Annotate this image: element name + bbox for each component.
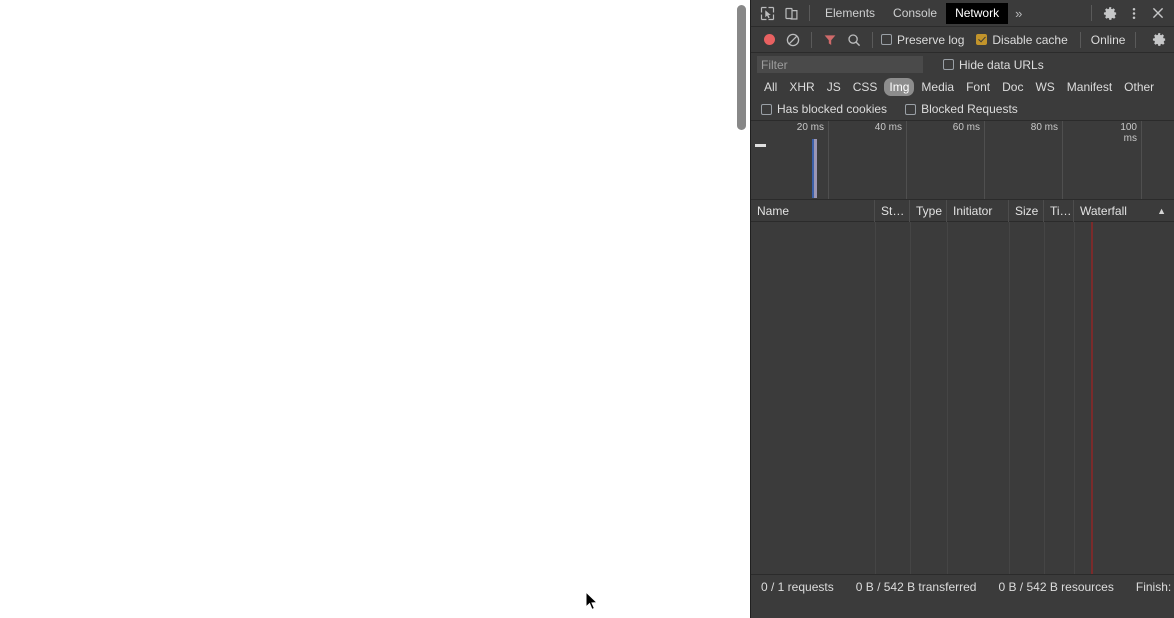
waterfall-dcl-marker <box>1091 222 1093 574</box>
column-header-waterfall-label: Waterfall <box>1080 203 1127 218</box>
column-header-size[interactable]: Size <box>1009 199 1044 222</box>
type-filter-manifest[interactable]: Manifest <box>1062 78 1117 96</box>
toolbar-divider-1 <box>811 31 812 48</box>
request-list-column-divider <box>1074 222 1075 574</box>
record-circle-icon <box>763 34 775 45</box>
status-resources: 0 B / 542 B resources <box>998 580 1114 594</box>
preserve-log-checkbox[interactable]: Preserve log <box>879 33 966 47</box>
column-header-time[interactable]: Ti… <box>1044 199 1074 222</box>
type-filter-doc[interactable]: Doc <box>997 78 1028 96</box>
tab-elements[interactable]: Elements <box>816 3 884 24</box>
type-filter-media[interactable]: Media <box>916 78 959 96</box>
preserve-log-label: Preserve log <box>897 32 965 47</box>
filter-input[interactable] <box>757 56 923 73</box>
inspect-cursor-icon[interactable] <box>755 2 779 24</box>
gear-icon[interactable] <box>1098 2 1122 24</box>
status-requests: 0 / 1 requests <box>761 580 834 594</box>
overview-tick-labels: 20 ms 40 ms 60 ms 80 ms 100 ms <box>751 121 1174 144</box>
column-header-type[interactable]: Type <box>910 199 947 222</box>
page-scrollbar-thumb[interactable] <box>737 5 746 130</box>
blocked-requests-checkbox[interactable]: Blocked Requests <box>903 102 1020 116</box>
request-list-column-divider <box>1044 222 1045 574</box>
network-toolbar: Preserve log Disable cache Online <box>751 27 1174 53</box>
toolbar-divider-4 <box>1135 31 1137 48</box>
request-list-column-divider <box>875 222 876 574</box>
throttling-select[interactable]: Online <box>1087 33 1130 47</box>
tabbar-right-divider <box>1091 5 1092 21</box>
disable-cache-checkbox[interactable]: Disable cache <box>974 33 1069 47</box>
column-header-status[interactable]: St… <box>875 199 910 222</box>
network-settings-gear-icon[interactable] <box>1147 29 1171 51</box>
type-filter-all[interactable]: All <box>759 78 782 96</box>
tab-network[interactable]: Network <box>946 2 1009 24</box>
record-button[interactable] <box>757 29 781 51</box>
web-page-viewport[interactable] <box>0 0 750 618</box>
network-status-bar: 0 / 1 requests 0 B / 542 B transferred 0… <box>751 574 1174 599</box>
search-icon[interactable] <box>842 29 866 51</box>
has-blocked-cookies-box <box>761 103 772 115</box>
blocked-filters-row: Has blocked cookies Blocked Requests <box>751 98 1174 121</box>
sort-ascending-icon: ▲ <box>1157 205 1166 216</box>
preserve-log-box <box>881 34 892 45</box>
toolbar-divider-3 <box>1079 31 1081 48</box>
overview-tick-label: 20 ms <box>796 122 824 133</box>
hide-data-urls-label: Hide data URLs <box>959 57 1044 72</box>
device-toolbar-icon[interactable] <box>779 2 803 24</box>
page-scrollbar[interactable] <box>737 0 748 618</box>
status-finish: Finish: 3 <box>1135 580 1174 594</box>
disable-cache-label: Disable cache <box>992 32 1068 47</box>
overview-tick-label: 60 ms <box>952 122 980 133</box>
filter-button[interactable] <box>818 29 842 51</box>
overview-tick-label: 80 ms <box>1030 122 1058 133</box>
request-list-column-divider <box>1009 222 1010 574</box>
request-table-header: Name St… Type Initiator Size Ti… Waterfa… <box>751 199 1174 222</box>
more-tabs-chevron-icon[interactable]: » <box>1008 6 1029 21</box>
timeline-selection-handle[interactable] <box>755 144 766 147</box>
request-list-column-divider <box>910 222 911 574</box>
column-header-name[interactable]: Name <box>751 199 875 222</box>
blocked-requests-label: Blocked Requests <box>921 102 1018 116</box>
type-filter-img[interactable]: Img <box>884 78 915 96</box>
overview-event-marker-lavender <box>814 139 817 198</box>
resource-type-filters: All XHR JS CSS Img Media Font Doc WS Man… <box>751 76 1174 98</box>
disable-cache-box <box>976 34 988 45</box>
hide-data-urls-checkbox[interactable]: Hide data URLs <box>941 58 1046 72</box>
hide-data-urls-box <box>943 59 954 70</box>
status-transferred: 0 B / 542 B transferred <box>855 580 977 594</box>
request-list-column-divider <box>947 222 948 574</box>
toolbar-divider-2 <box>872 31 873 48</box>
close-icon[interactable] <box>1146 2 1170 24</box>
devtools-panel: Elements Console Network » Preserve log … <box>750 0 1174 618</box>
type-filter-css[interactable]: CSS <box>848 78 883 96</box>
column-header-waterfall[interactable]: Waterfall ▲ <box>1074 200 1174 222</box>
clear-button[interactable] <box>781 29 805 51</box>
has-blocked-cookies-label: Has blocked cookies <box>777 102 888 116</box>
screen-root: Elements Console Network » Preserve log … <box>0 0 1174 618</box>
column-header-initiator[interactable]: Initiator <box>947 199 1009 222</box>
blocked-requests-box <box>905 103 917 115</box>
request-list[interactable] <box>751 222 1174 574</box>
mouse-cursor <box>586 592 598 611</box>
tab-console[interactable]: Console <box>884 3 946 24</box>
type-filter-ws[interactable]: WS <box>1030 78 1059 96</box>
tabbar-divider <box>809 5 810 21</box>
devtools-tabbar: Elements Console Network » <box>751 0 1174 27</box>
type-filter-js[interactable]: JS <box>822 78 846 96</box>
more-vertical-icon[interactable] <box>1122 2 1146 24</box>
overview-tick-label: 100 ms <box>1120 122 1137 144</box>
overview-tick-label: 40 ms <box>874 122 902 133</box>
filter-row: Hide data URLs <box>751 53 1174 76</box>
type-filter-xhr[interactable]: XHR <box>784 78 819 96</box>
has-blocked-cookies-checkbox[interactable]: Has blocked cookies <box>759 102 889 116</box>
type-filter-other[interactable]: Other <box>1119 78 1159 96</box>
type-filter-font[interactable]: Font <box>961 78 995 96</box>
network-overview-timeline[interactable]: 20 ms 40 ms 60 ms 80 ms 100 ms <box>751 121 1174 200</box>
